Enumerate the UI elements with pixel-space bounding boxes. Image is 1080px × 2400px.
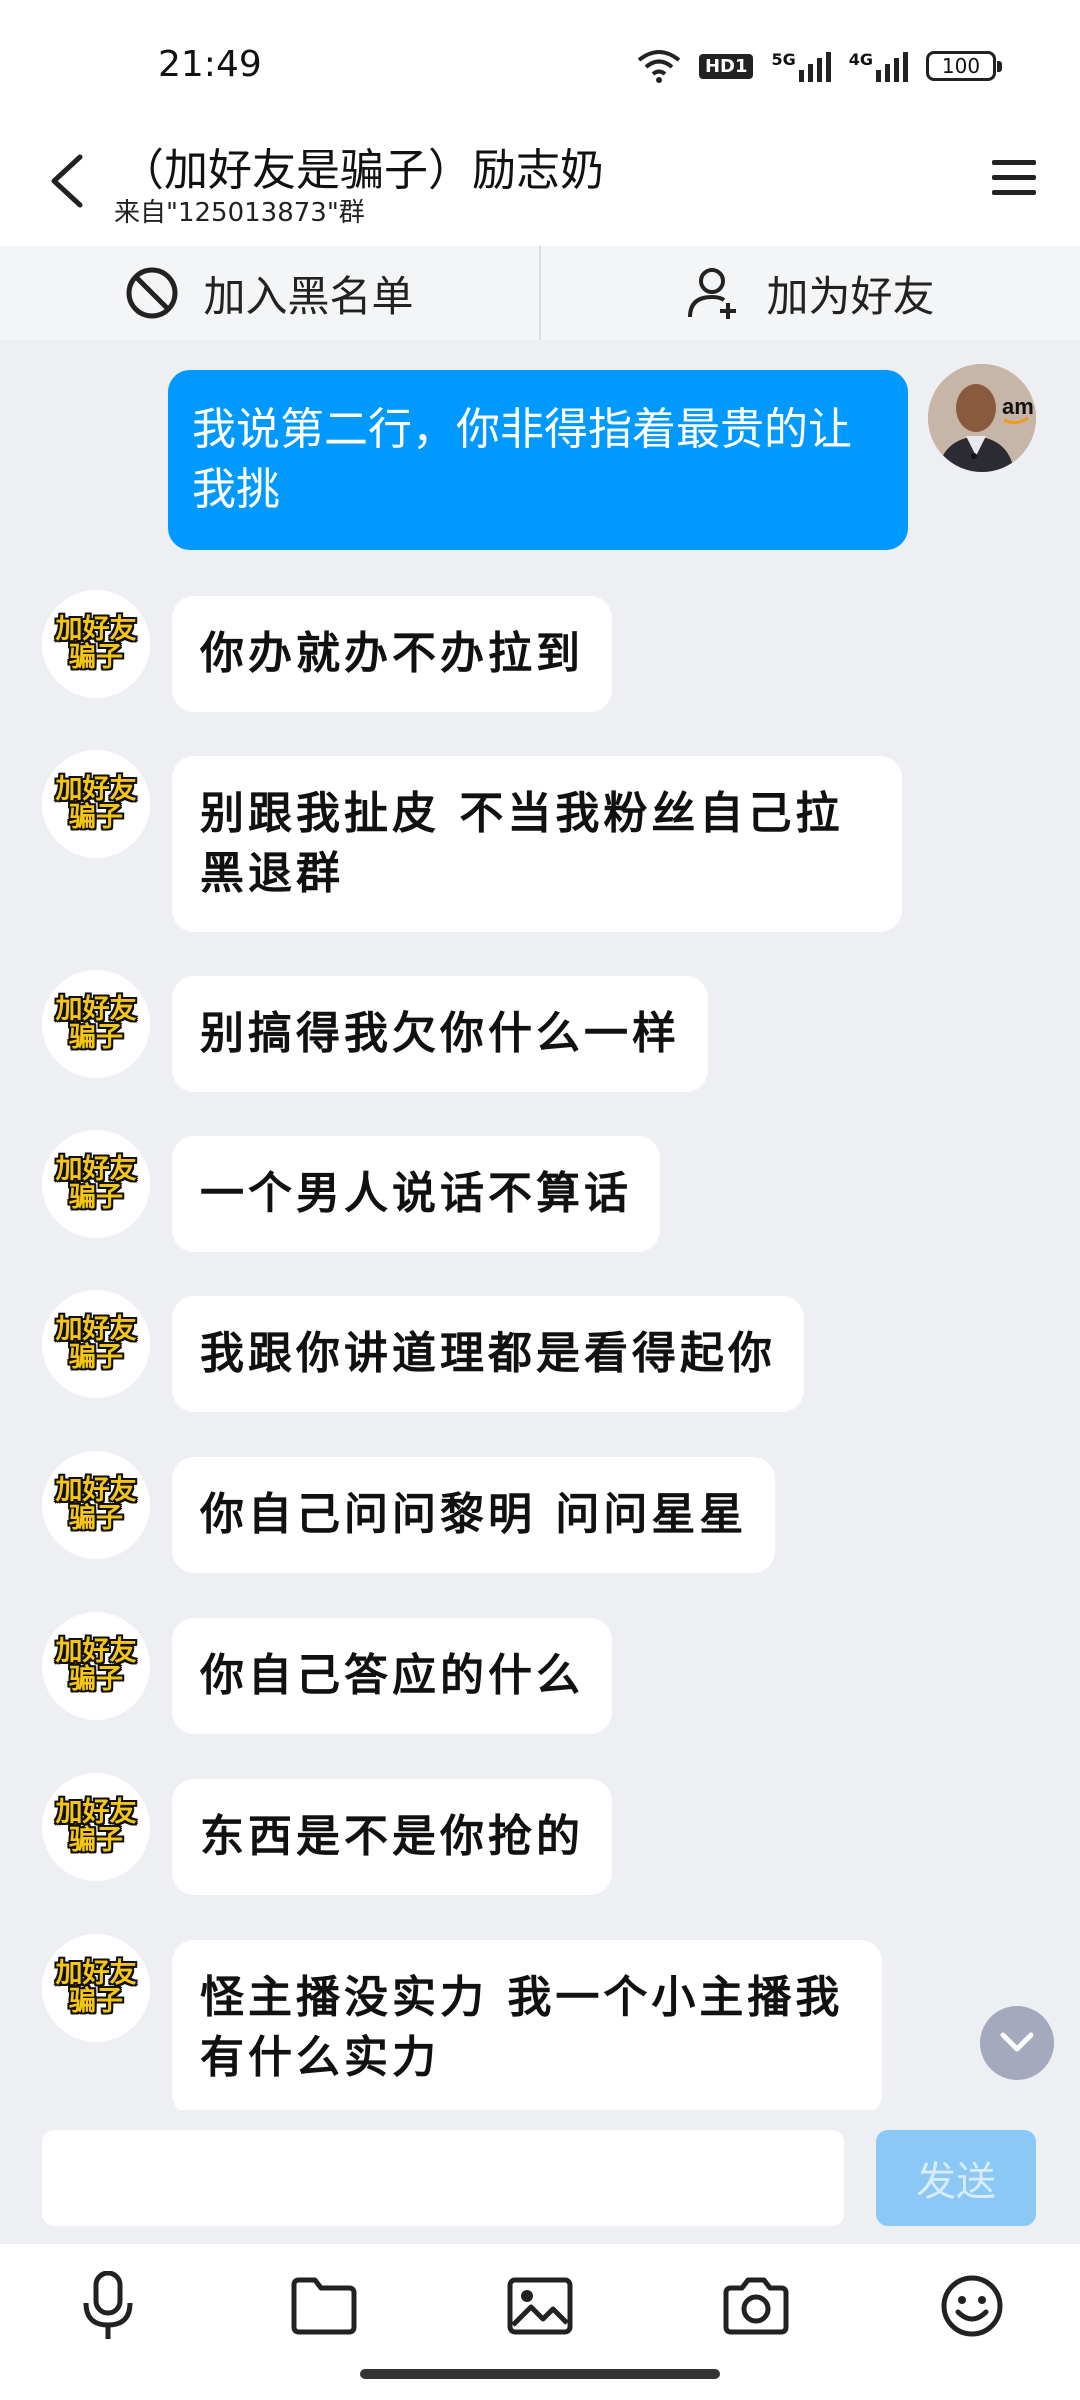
camera-button[interactable] — [716, 2266, 796, 2346]
avatar-label: 加好友 骗子 — [55, 994, 137, 1053]
avatar-label: 加好友 骗子 — [55, 1154, 137, 1213]
avatar-label: 加好友 骗子 — [55, 1958, 137, 2017]
self-avatar-logo-text: am — [1002, 394, 1034, 419]
message-bubble[interactable]: 一个男人说话不算话 — [172, 1136, 660, 1252]
input-bar: 发送 — [0, 2110, 1080, 2244]
emoji-button[interactable] — [932, 2266, 1012, 2346]
signal-5g-icon: 5G — [771, 50, 831, 82]
bottom-toolbar — [0, 2244, 1080, 2400]
chat-header: （加好友是骗子）励志奶 来自"125013873"群 — [0, 120, 1080, 246]
avatar-label: 加好友 骗子 — [55, 1797, 137, 1856]
add-to-blacklist-label: 加入黑名单 — [203, 271, 414, 321]
folder-icon — [291, 2277, 357, 2335]
file-button[interactable] — [284, 2266, 364, 2346]
stranger-action-bar: 加入黑名单 加为好友 — [0, 246, 1080, 340]
sender-avatar[interactable]: 加好友 骗子 — [42, 750, 150, 858]
message-bubble[interactable]: 怪主播没实力 我一个小主播我有什么实力 — [172, 1940, 882, 2116]
signal-4g-icon: 4G — [849, 50, 908, 82]
chevron-down-icon — [1000, 2032, 1034, 2052]
chevron-left-icon — [51, 154, 83, 208]
message-bubble[interactable]: 你办就办不办拉到 — [172, 596, 612, 712]
add-friend-label: 加为好友 — [766, 271, 935, 321]
battery-indicator: 100 — [926, 51, 1002, 81]
network-5g-label: 5G — [771, 50, 796, 69]
person-photo-icon: am — [928, 364, 1036, 472]
hamburger-menu-icon — [992, 160, 1036, 195]
menu-button[interactable] — [984, 148, 1044, 208]
home-indicator[interactable] — [360, 2369, 720, 2379]
status-icons: HD1 5G 4G 100 — [637, 48, 1002, 84]
message-input[interactable] — [42, 2130, 844, 2226]
voice-button[interactable] — [68, 2266, 148, 2346]
back-button[interactable] — [36, 146, 96, 216]
microphone-icon — [83, 2271, 133, 2339]
sender-avatar[interactable]: 加好友 骗子 — [42, 1130, 150, 1238]
scroll-to-bottom-button[interactable] — [980, 2006, 1054, 2080]
message-bubble[interactable]: 我说第二行，你非得指着最贵的让我挑 — [168, 370, 908, 550]
sender-avatar[interactable]: 加好友 骗子 — [42, 970, 150, 1078]
chat-title: （加好友是骗子）励志奶 — [120, 145, 604, 196]
message-bubble[interactable]: 东西是不是你抢的 — [172, 1779, 612, 1895]
self-avatar[interactable]: am — [928, 364, 1036, 472]
avatar-label: 加好友 骗子 — [55, 1314, 137, 1373]
status-bar: 21:49 HD1 5G 4G 100 — [0, 0, 1080, 120]
network-4g-label: 4G — [848, 50, 873, 69]
hd-badge: HD1 — [698, 53, 754, 79]
add-to-blacklist-button[interactable]: 加入黑名单 — [0, 246, 539, 340]
add-friend-button[interactable]: 加为好友 — [541, 246, 1080, 340]
wifi-icon — [637, 48, 681, 84]
avatar-label: 加好友 骗子 — [55, 774, 137, 833]
sender-avatar[interactable]: 加好友 骗子 — [42, 1290, 150, 1398]
block-icon — [126, 267, 178, 319]
avatar-label: 加好友 骗子 — [55, 1636, 137, 1695]
avatar-label: 加好友 骗子 — [55, 1475, 137, 1534]
message-bubble[interactable]: 你自己问问黎明 问问星星 — [172, 1457, 776, 1573]
avatar-label: 加好友 骗子 — [55, 614, 137, 673]
camera-icon — [723, 2277, 789, 2335]
add-user-icon — [688, 268, 737, 319]
image-icon — [507, 2277, 573, 2335]
status-time: 21:49 — [158, 44, 262, 85]
chat-subtitle: 来自"125013873"群 — [114, 198, 365, 228]
message-bubble[interactable]: 我跟你讲道理都是看得起你 — [172, 1296, 804, 1412]
emoji-icon — [941, 2275, 1003, 2337]
image-button[interactable] — [500, 2266, 580, 2346]
sender-avatar[interactable]: 加好友 骗子 — [42, 590, 150, 698]
sender-avatar[interactable]: 加好友 骗子 — [42, 1773, 150, 1881]
send-button[interactable]: 发送 — [876, 2130, 1036, 2226]
sender-avatar[interactable]: 加好友 骗子 — [42, 1612, 150, 1720]
message-list[interactable]: am 我说第二行，你非得指着最贵的让我挑 加好友 骗子 你办就办不办拉到 加好友骗… — [0, 340, 1080, 2130]
sender-avatar[interactable]: 加好友 骗子 — [42, 1934, 150, 2042]
sender-avatar[interactable]: 加好友 骗子 — [42, 1451, 150, 1559]
message-bubble[interactable]: 别搞得我欠你什么一样 — [172, 976, 708, 1092]
message-bubble[interactable]: 你自己答应的什么 — [172, 1618, 612, 1734]
message-bubble[interactable]: 别跟我扯皮 不当我粉丝自己拉黑退群 — [172, 756, 902, 932]
